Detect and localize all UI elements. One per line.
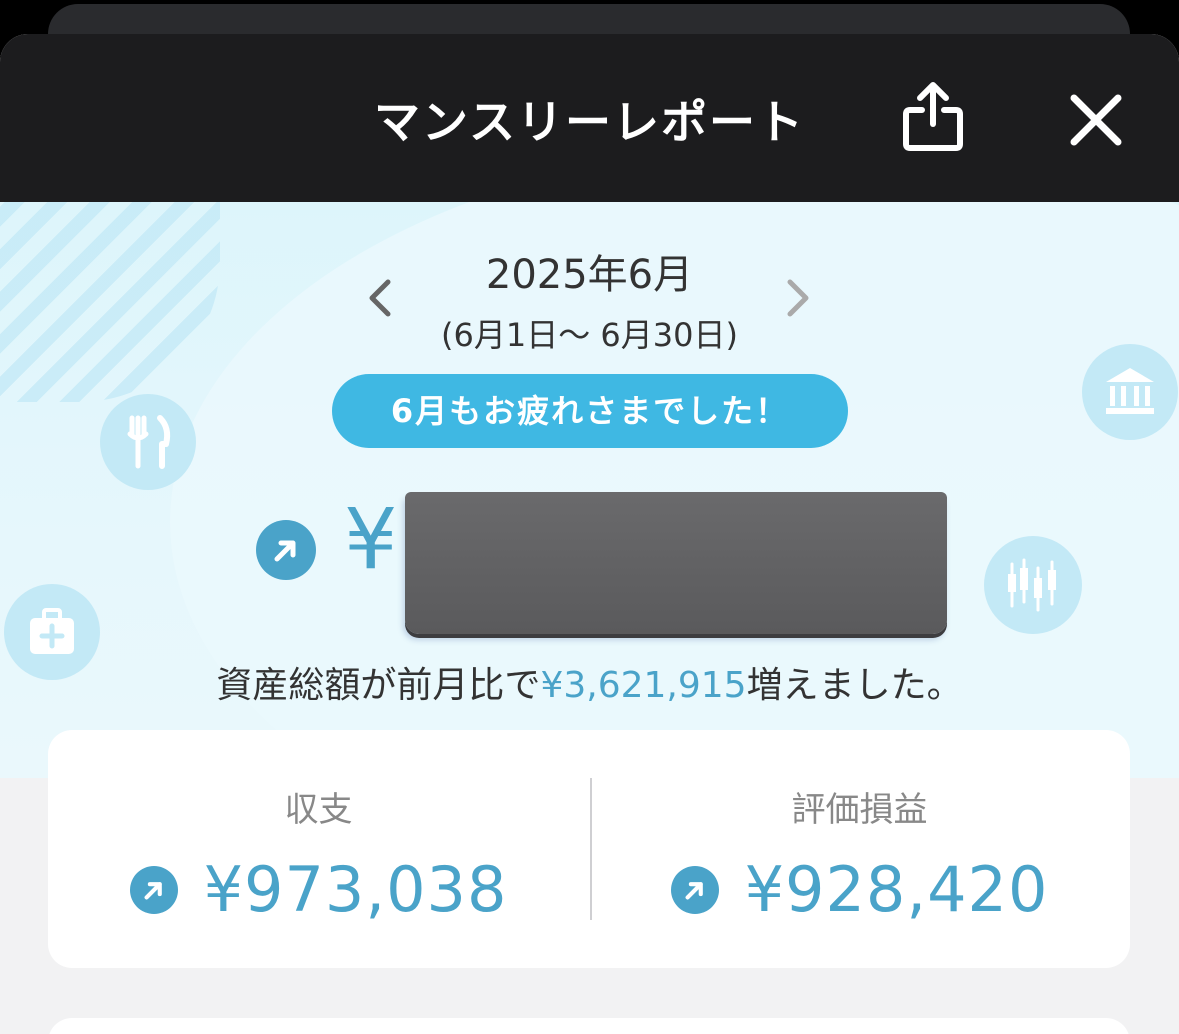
report-hero: 2025年6月 (6月1日〜 6月30日) 6月もお疲れさまでした！ ¥ 資産総… xyxy=(0,202,1179,778)
share-button[interactable] xyxy=(900,80,966,152)
redacted-total-assets xyxy=(405,492,947,634)
trend-up-icon xyxy=(256,520,316,580)
asset-change-suffix: 増えました。 xyxy=(746,665,963,706)
greeting-badge: 6月もお疲れさまでした！ xyxy=(332,374,848,448)
report-month: 2025年6月 xyxy=(485,252,694,298)
income-expense-value: ¥973,038 xyxy=(203,853,508,926)
asset-change-prefix: 資産総額が前月比で xyxy=(216,665,541,706)
income-expense-label: 収支 xyxy=(284,790,353,830)
valuation-gain-label: 評価損益 xyxy=(791,790,928,830)
close-button[interactable] xyxy=(1064,88,1128,152)
next-section-card xyxy=(48,1018,1130,1034)
bank-icon xyxy=(1082,344,1178,440)
monthly-report-sheet: マンスリーレポート 2025年6月 (6月1日〜 6月30日) 6月もお疲れさま… xyxy=(0,34,1179,1034)
trend-up-icon xyxy=(129,865,178,914)
valuation-gain-summary: 評価損益 ¥928,420 xyxy=(589,782,1130,926)
income-expense-summary: 収支 ¥973,038 xyxy=(48,782,589,926)
asset-change-message: 資産総額が前月比で¥3,621,915増えました。 xyxy=(0,656,1179,708)
fork-knife-icon xyxy=(100,394,196,490)
share-icon xyxy=(903,82,963,151)
close-icon xyxy=(1070,94,1122,146)
report-date-range: (6月1日〜 6月30日) xyxy=(441,316,738,354)
report-period: 2025年6月 (6月1日〜 6月30日) xyxy=(0,242,1179,356)
header-bar: マンスリーレポート xyxy=(0,34,1179,202)
summary-card: 収支 ¥973,038 評価損益 ¥928,420 xyxy=(48,730,1130,968)
trend-up-icon xyxy=(670,865,719,914)
page-title: マンスリーレポート xyxy=(373,95,806,149)
asset-change-amount: ¥3,621,915 xyxy=(540,665,747,706)
candlestick-chart-icon xyxy=(984,536,1082,634)
total-assets-prefix: ¥ xyxy=(344,490,398,588)
valuation-gain-value: ¥928,420 xyxy=(744,853,1049,926)
